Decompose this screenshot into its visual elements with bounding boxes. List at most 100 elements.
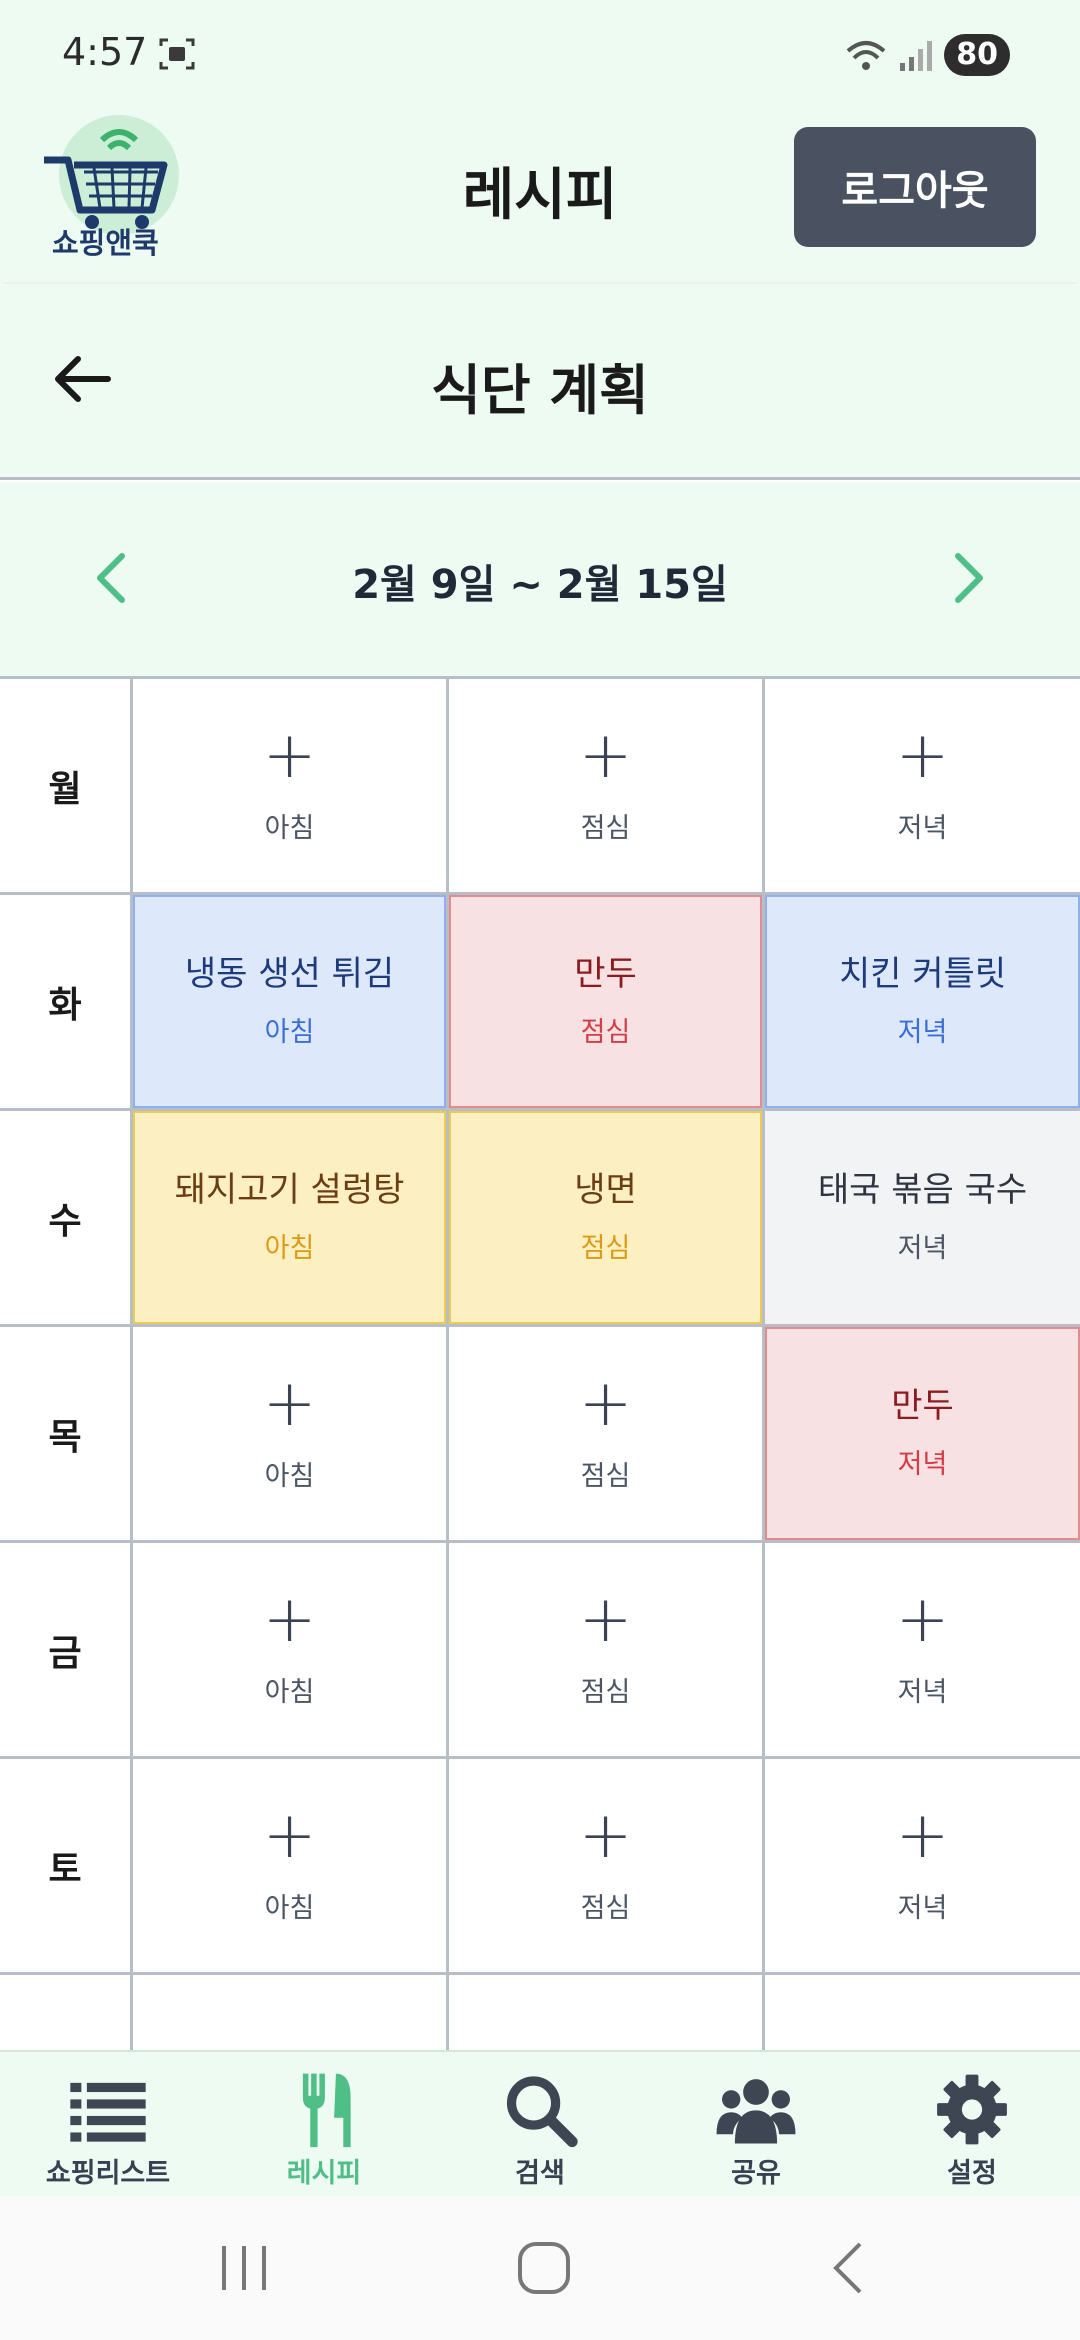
meal-type-label: 점심 [580, 1893, 631, 1924]
dish-name: 만두 [891, 1386, 954, 1426]
system-back-icon[interactable] [824, 2240, 874, 2296]
next-week-chevron-icon[interactable] [944, 548, 994, 608]
battery-indicator: 80 [944, 34, 1010, 76]
utensils-icon [302, 2073, 351, 2148]
day-row: 수 돼지고기 설렁탕 아침 냉면 점심 태국 볶음 국수 저녁 [0, 1108, 1080, 1324]
day-label: 수 [0, 1111, 133, 1324]
signal-icon [900, 41, 933, 71]
meal-type-label: 점심 [580, 1233, 631, 1264]
meal-type-label: 점심 [580, 1461, 631, 1492]
plus-icon: + [895, 719, 950, 793]
meal-type-label: 아침 [264, 1233, 315, 1264]
meal-type-label: 저녁 [897, 1449, 948, 1480]
day-label: 월 [0, 679, 133, 892]
meal-type-label: 점심 [580, 813, 631, 844]
plus-icon: + [262, 1583, 317, 1657]
meal-type-label: 아침 [264, 1017, 315, 1048]
dish-name: 만두 [574, 954, 637, 994]
meal-cell[interactable]: 만두저녁 [765, 1327, 1080, 1540]
day-row: 목 + 아침 + 점심 만두 저녁 [0, 1324, 1080, 1540]
tab-search[interactable]: 검색 [432, 2070, 648, 2190]
meal-cell[interactable]: 만두점심 [449, 895, 765, 1108]
meal-type-label: 저녁 [897, 1233, 948, 1264]
dish-name: 태국 볶음 국수 [817, 1170, 1028, 1210]
day-row: + + + [0, 1972, 1080, 2050]
dish-name: 치킨 커틀릿 [838, 954, 1007, 994]
plus-icon: + [262, 1367, 317, 1441]
add-meal-button[interactable]: + 저녁 [765, 679, 1080, 892]
add-meal-button[interactable]: + 점심 [449, 1543, 765, 1756]
meal-cell[interactable]: 치킨 커틀릿 저녁 [765, 895, 1080, 1108]
plus-icon: + [895, 1583, 950, 1657]
day-row: 월 + 아침 + 점심 + 저녁 [0, 676, 1080, 892]
meal-plan-header: 식단 계획 [0, 284, 1080, 480]
search-icon [506, 2076, 578, 2148]
week-navigator: 2월 9일 ~ 2월 15일 [0, 482, 1080, 676]
meal-cell[interactable]: 냉면점심 [449, 1111, 765, 1324]
add-meal-button[interactable]: + 아침 [133, 1759, 449, 1972]
plus-icon: + [262, 719, 317, 793]
day-label: 화 [0, 895, 133, 1108]
app-header: 쇼핑앤쿡 레시피 로그아웃 [0, 110, 1080, 282]
meal-cell[interactable]: 냉동 생선 튀김아침 [133, 895, 449, 1108]
meal-type-label: 점심 [580, 1017, 631, 1048]
plus-icon: + [578, 1583, 633, 1657]
plus-icon: + [578, 1367, 633, 1441]
meal-plan-title: 식단 계획 [431, 359, 649, 422]
plus-icon: + [263, 2040, 317, 2051]
logout-button[interactable]: 로그아웃 [794, 127, 1036, 247]
screenshot-icon [159, 38, 195, 70]
day-row: 토 + 아침 + 점심 + 저녁 [0, 1756, 1080, 1972]
add-meal-button[interactable]: + 점심 [449, 679, 765, 892]
plus-icon: + [578, 719, 633, 793]
dish-name: 냉면 [574, 1170, 637, 1210]
meal-type-label: 저녁 [897, 1677, 948, 1708]
add-meal-button[interactable]: + 아침 [133, 679, 449, 892]
add-meal-button[interactable]: + [133, 1975, 449, 2050]
add-meal-button[interactable]: + 점심 [449, 1759, 765, 1972]
add-meal-button[interactable]: + [765, 1975, 1080, 2051]
gear-icon [937, 2074, 1007, 2145]
status-bar: 4:57 80 [0, 0, 1080, 110]
meal-type-label: 저녁 [897, 1893, 948, 1924]
add-meal-button[interactable]: + [449, 1975, 765, 2050]
plus-icon: + [262, 1799, 317, 1873]
users-icon [716, 2079, 796, 2144]
meal-cell[interactable]: 태국 볶음 국수저녁 [765, 1111, 1080, 1324]
plus-icon: + [578, 1799, 633, 1873]
tab-recipes[interactable]: 레시피 [216, 2070, 432, 2190]
meal-cell[interactable]: 돼지고기 설렁탕아침 [133, 1111, 449, 1324]
tab-label: 검색 [515, 2158, 565, 2189]
dish-name: 냉동 생선 튀김 [184, 954, 395, 994]
add-meal-button[interactable]: + 점심 [449, 1327, 765, 1540]
day-label: 금 [0, 1543, 133, 1756]
tab-label: 쇼핑리스트 [45, 2158, 171, 2189]
meal-type-label: 점심 [580, 1677, 631, 1708]
wifi-icon [846, 41, 886, 70]
tab-shopping-list[interactable]: 쇼핑리스트 [0, 2070, 216, 2190]
meal-type-label: 아침 [264, 813, 315, 844]
system-icons: 80 [844, 34, 1010, 76]
status-time: 4:57 [62, 30, 148, 74]
meal-type-label: 아침 [264, 1893, 315, 1924]
recent-apps-icon[interactable] [214, 2240, 274, 2296]
add-meal-button[interactable]: + 아침 [133, 1327, 449, 1540]
week-range-label: 2월 9일 ~ 2월 15일 [352, 562, 728, 608]
tab-label: 공유 [731, 2158, 781, 2189]
tab-settings[interactable]: 설정 [864, 2070, 1080, 2190]
system-navigation-bar [0, 2196, 1080, 2340]
home-icon[interactable] [516, 2240, 572, 2296]
tab-share[interactable]: 공유 [648, 2070, 864, 2190]
day-label [0, 1975, 133, 2050]
day-row: 화 냉동 생선 튀김 아침 만두 점심 치킨 커틀릿 저녁 [0, 892, 1080, 1108]
meal-plan-grid: 월 + 아침 + 점심 + 저녁 화 냉동 생선 튀김 아침 만두 점심 치킨 커틀릿 저녁 수 돼지고기 설… [0, 676, 1080, 2050]
add-meal-button[interactable]: + 저녁 [765, 1543, 1080, 1756]
day-row: 금 + 아침 + 점심 + 저녁 [0, 1540, 1080, 1756]
dish-name: 돼지고기 설렁탕 [174, 1170, 405, 1210]
tab-label: 레시피 [286, 2158, 362, 2189]
tab-label: 설정 [947, 2158, 997, 2189]
plus-icon: + [896, 2040, 950, 2051]
add-meal-button[interactable]: + 아침 [133, 1543, 449, 1756]
meal-type-label: 아침 [264, 1461, 315, 1492]
add-meal-button[interactable]: + 저녁 [765, 1759, 1080, 1972]
